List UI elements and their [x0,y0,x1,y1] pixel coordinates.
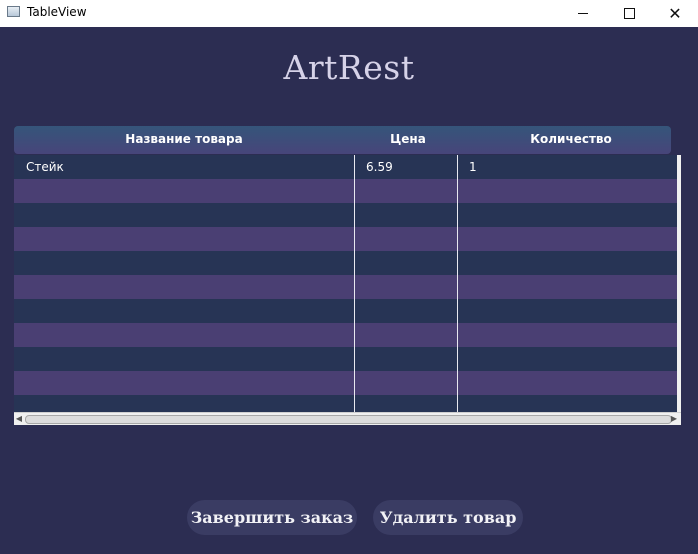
table-row-empty[interactable] [14,395,678,412]
minimize-button[interactable] [560,0,606,27]
table-row-empty[interactable] [14,227,678,251]
table-row-empty[interactable] [14,299,678,323]
table-row-empty[interactable] [14,347,678,371]
cell-name[interactable]: Стейк [26,155,64,179]
scrollbar-thumb[interactable] [25,415,672,424]
table-row-empty[interactable] [14,275,678,299]
column-header-price[interactable]: Цена [354,126,462,154]
scroll-right-icon[interactable]: ▶ [669,414,679,424]
brand-title: ArtRest [283,48,415,87]
table-header: Название товара Цена Количество [14,126,671,154]
close-button[interactable]: ✕ [652,0,698,27]
horizontal-scrollbar[interactable]: ◀ ▶ [14,412,681,425]
table-right-edge [677,155,681,412]
table-body[interactable]: Стейк 6.59 1 [14,155,678,412]
maximize-icon [623,8,635,19]
table-row-empty[interactable] [14,251,678,275]
column-header-quantity[interactable]: Количество [462,126,680,154]
app-icon [7,6,20,17]
table-row-empty[interactable] [14,371,678,395]
finish-order-button[interactable]: Завершить заказ [187,500,357,535]
cell-price[interactable]: 6.59 [366,155,393,179]
window-title-bar: TableView ✕ [0,0,698,27]
close-icon: ✕ [668,3,682,23]
window-title: TableView [27,5,87,19]
column-divider [457,155,458,412]
delete-item-button[interactable]: Удалить товар [373,500,523,535]
table-row-empty[interactable] [14,203,678,227]
maximize-button[interactable] [606,0,652,27]
column-divider [354,155,355,412]
table-row-empty[interactable] [14,323,678,347]
column-header-name[interactable]: Название товара [14,126,354,154]
scroll-left-icon[interactable]: ◀ [14,414,24,424]
minimize-icon [578,13,588,14]
table-row-empty[interactable] [14,179,678,203]
table-row[interactable]: Стейк 6.59 1 [14,155,678,179]
cell-quantity[interactable]: 1 [469,155,477,179]
